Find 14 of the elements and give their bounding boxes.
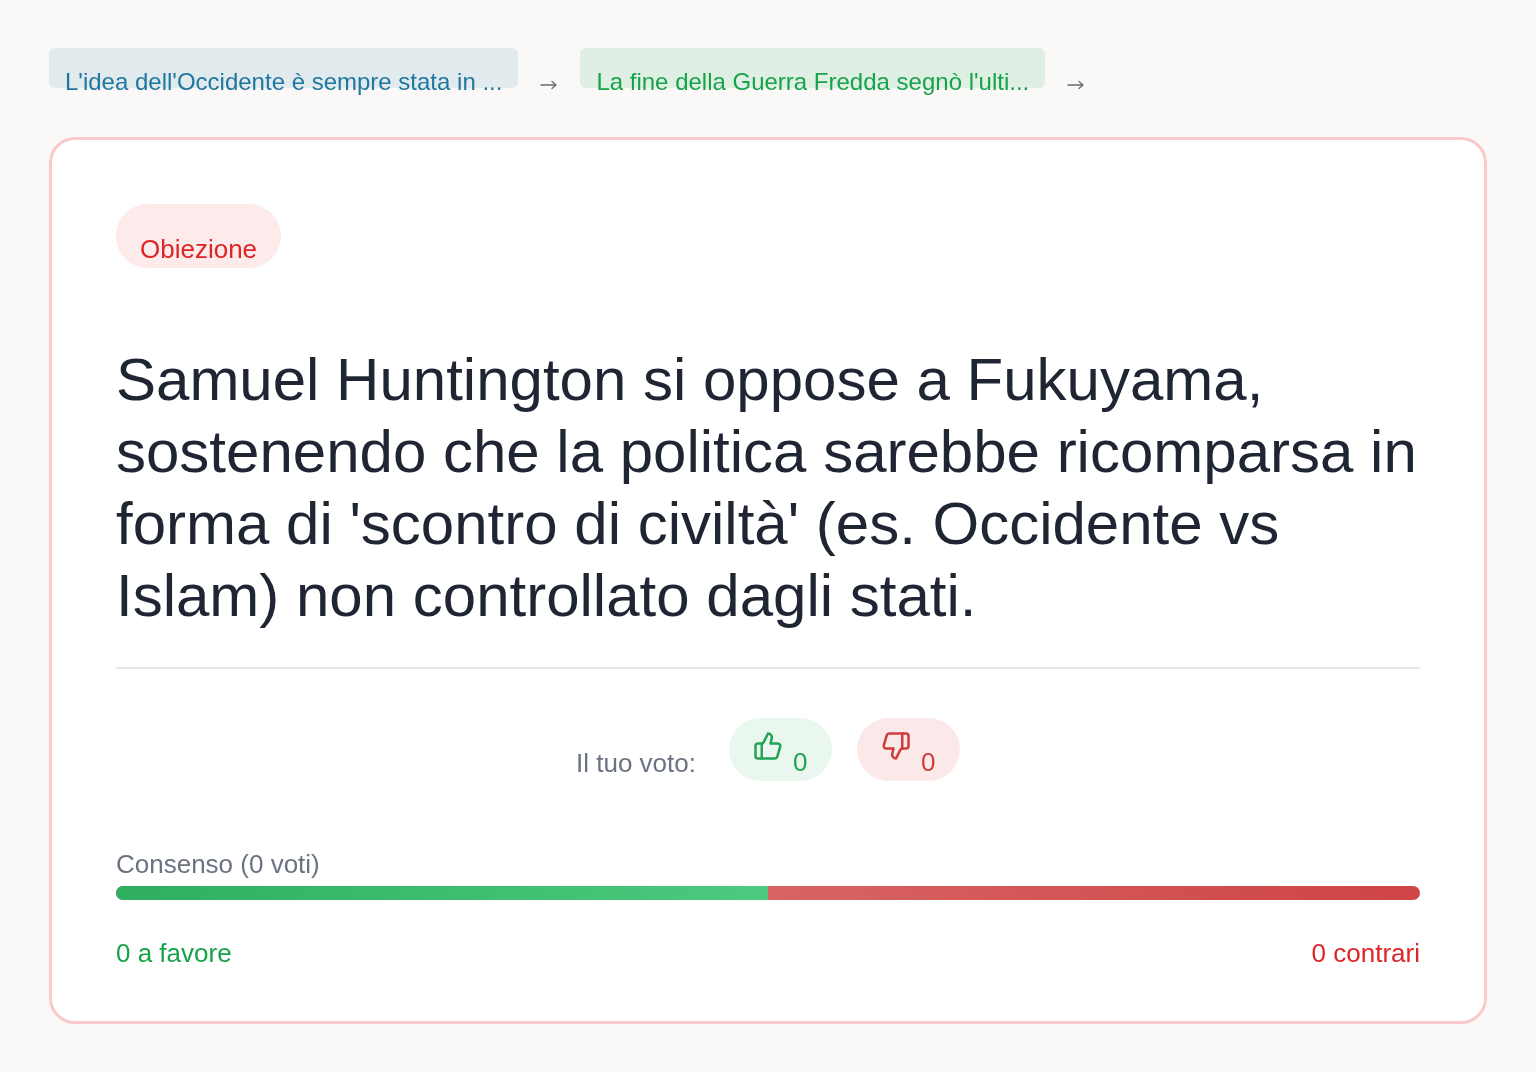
upvote-button[interactable]: 0	[729, 718, 832, 781]
breadcrumb-link[interactable]: La fine della Guerra Fredda segnò l'ulti...	[580, 48, 1046, 95]
type-badge: Obiezione	[116, 204, 282, 268]
votes-for-text: 0 a favore	[116, 938, 232, 968]
vote-label: Il tuo voto:	[576, 748, 696, 779]
votes-against-text: 0 contrari	[1311, 938, 1420, 968]
statement-text: Samuel Huntington si oppose a Fukuyama, sostenendo che la politica sarebbe ricomparsa in forma di 'scontro di civiltà' (es. Occidente vs Islam) non controllato dagli stati.	[116, 345, 1418, 631]
thumbs-up-icon	[753, 730, 783, 761]
downvote-button[interactable]: 0	[857, 718, 960, 781]
consensus-label: Consenso (0 voti)	[116, 849, 321, 879]
thumbs-down-icon	[881, 730, 911, 761]
arrow-right-icon	[540, 80, 559, 90]
breadcrumb-link[interactable]: L'idea dell'Occidente è sempre stata in ...	[49, 48, 519, 95]
arrow-right-icon	[1067, 80, 1086, 90]
